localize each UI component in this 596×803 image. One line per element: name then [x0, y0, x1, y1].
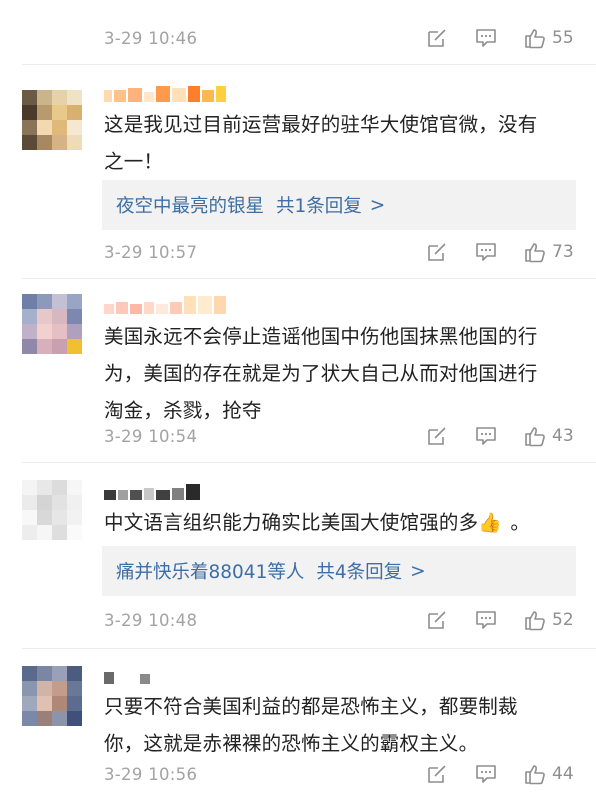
comment-text-line: 只要不符合美国利益的都是恐怖主义，都要制裁 [104, 695, 518, 718]
reply-count[interactable]: 共1条回复 [276, 192, 362, 218]
comment-meta: 3-29 10:56 44 [104, 762, 576, 786]
avatar[interactable] [22, 480, 82, 540]
divider [22, 278, 596, 279]
divider [22, 64, 596, 65]
comment-text-line: 为，美国的存在就是为了状大自己从而对他国进行 [104, 362, 538, 385]
comment-actions: 73 [426, 240, 576, 264]
edit-icon[interactable] [426, 425, 448, 447]
comment-text: 只要不符合美国利益的都是恐怖主义，都要制裁 你，这就是赤裸裸的恐怖主义的霸权主义… [104, 688, 580, 762]
comment-actions: 43 [426, 424, 576, 448]
reply-user[interactable]: 痛并快乐着88041等人 [116, 558, 304, 584]
thumbs-up-icon[interactable] [524, 763, 546, 785]
like-count: 43 [552, 426, 574, 446]
comment-actions: 55 [426, 26, 576, 50]
comment-time: 3-29 10:46 [104, 28, 198, 48]
comment-text-line: 之一！ [104, 150, 164, 173]
comment-meta: 3-29 10:57 73 [104, 240, 576, 264]
divider [22, 462, 596, 463]
username-redacted[interactable] [104, 662, 152, 684]
chevron-right-icon[interactable]: > [410, 561, 426, 582]
avatar[interactable] [22, 666, 82, 726]
comment-text-line: 中文语言组织能力确实比美国大使馆强的多👍 。 [104, 504, 580, 542]
reply-user[interactable]: 夜空中最亮的银星 [116, 192, 264, 218]
divider [22, 648, 596, 649]
comment-meta: 3-29 10:46 55 [104, 26, 576, 50]
comment-text: 中文语言组织能力确实比美国大使馆强的多👍 。 [104, 504, 580, 542]
username-redacted[interactable] [104, 478, 202, 500]
comment-icon[interactable] [475, 763, 497, 785]
comment-text: 这是我见过目前运营最好的驻华大使馆官微，没有 之一！ [104, 106, 580, 180]
thumbs-up-icon[interactable] [524, 425, 546, 447]
comment-actions: 52 [426, 608, 576, 632]
avatar[interactable] [22, 90, 82, 150]
reply-summary-box[interactable]: 痛并快乐着88041等人 共4条回复 > [102, 546, 576, 596]
comment-icon[interactable] [475, 609, 497, 631]
like-count: 73 [552, 242, 574, 262]
comment-meta: 3-29 10:48 52 [104, 608, 576, 632]
comment-item-previous: 3-29 10:46 55 [0, 0, 596, 60]
comment-icon[interactable] [475, 27, 497, 49]
thumbs-up-icon[interactable] [524, 609, 546, 631]
avatar[interactable] [22, 294, 82, 354]
comment-text-segment: 。 [510, 511, 531, 534]
like-count: 55 [552, 28, 574, 48]
like-count: 44 [552, 764, 574, 784]
reply-summary-box[interactable]: 夜空中最亮的银星 共1条回复 > [102, 180, 576, 230]
thumbs-up-icon[interactable] [524, 27, 546, 49]
comment-text-line: 这是我见过目前运营最好的驻华大使馆官微，没有 [104, 113, 538, 136]
comment-text-line: 美国永远不会停止造谣他国中伤他国抹黑他国的行 [104, 325, 538, 348]
comment-icon[interactable] [475, 425, 497, 447]
comment-actions: 44 [426, 762, 576, 786]
comment-text: 美国永远不会停止造谣他国中伤他国抹黑他国的行 为，美国的存在就是为了状大自己从而… [104, 318, 580, 429]
comment-text-line: 你，这就是赤裸裸的恐怖主义的霸权主义。 [104, 732, 479, 755]
thumbs-up-icon[interactable] [524, 241, 546, 263]
edit-icon[interactable] [426, 27, 448, 49]
edit-icon[interactable] [426, 609, 448, 631]
comment-time: 3-29 10:57 [104, 242, 198, 262]
username-redacted[interactable] [104, 80, 228, 102]
comment-time: 3-29 10:54 [104, 426, 198, 446]
chevron-right-icon[interactable]: > [370, 195, 386, 216]
edit-icon[interactable] [426, 241, 448, 263]
comment-time: 3-29 10:56 [104, 764, 198, 784]
comment-meta: 3-29 10:54 43 [104, 424, 576, 448]
comment-icon[interactable] [475, 241, 497, 263]
like-count: 52 [552, 610, 574, 630]
username-redacted[interactable] [104, 292, 228, 314]
edit-icon[interactable] [426, 763, 448, 785]
comment-text-segment: 中文语言组织能力确实比美国大使馆强的多 [104, 511, 479, 534]
comment-time: 3-29 10:48 [104, 610, 198, 630]
reply-count[interactable]: 共4条回复 [316, 558, 402, 584]
thumbs-up-emoji: 👍 [478, 512, 503, 534]
